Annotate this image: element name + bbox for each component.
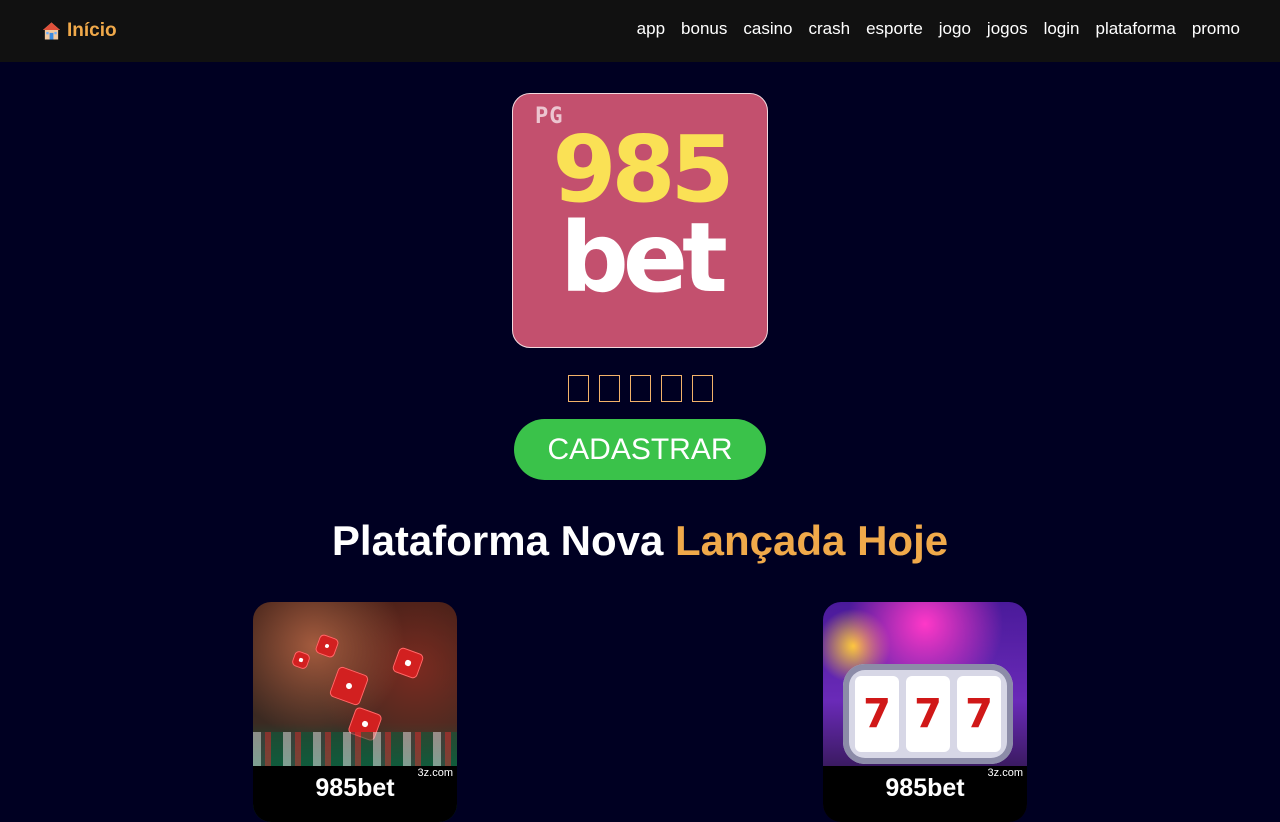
home-label: Início xyxy=(67,20,117,41)
page-headline: Plataforma Nova Lançada Hoje xyxy=(0,515,1280,567)
star-icon xyxy=(660,375,682,402)
home-link[interactable]: Início xyxy=(42,18,117,44)
star-icon xyxy=(629,375,651,402)
star-icon xyxy=(598,375,620,402)
nav-link-esporte[interactable]: esporte xyxy=(866,19,923,39)
headline-part2: Lançada Hoje xyxy=(675,517,949,564)
app-logo: PG 985 bet xyxy=(512,93,768,348)
house-icon xyxy=(42,22,61,40)
slot-reel: 7 xyxy=(957,676,1001,752)
die-graphic xyxy=(391,646,425,680)
slot-reel: 7 xyxy=(855,676,899,752)
top-navbar: Início app bonus casino crash esporte jo… xyxy=(0,0,1280,62)
nav-link-login[interactable]: login xyxy=(1044,19,1080,39)
nav-link-jogo[interactable]: jogo xyxy=(939,19,971,39)
nav-link-plataforma[interactable]: plataforma xyxy=(1095,19,1175,39)
nav-link-casino[interactable]: casino xyxy=(743,19,792,39)
game-card-dice[interactable]: 3z.com 985bet xyxy=(253,602,457,822)
die-graphic xyxy=(328,665,370,707)
nav-link-crash[interactable]: crash xyxy=(809,19,851,39)
headline-part1: Plataforma Nova xyxy=(331,517,664,564)
die-graphic xyxy=(290,649,312,671)
slot-machine-graphic: 7 7 7 xyxy=(843,664,1013,764)
game-card-slot[interactable]: 7 7 7 3z.com 985bet xyxy=(823,602,1027,822)
nav-link-app[interactable]: app xyxy=(637,19,665,39)
star-icon xyxy=(691,375,713,402)
nav-link-promo[interactable]: promo xyxy=(1192,19,1240,39)
nav-link-jogos[interactable]: jogos xyxy=(987,19,1028,39)
card-brand: 985bet xyxy=(885,774,965,802)
star-rating xyxy=(0,375,1280,402)
poker-chips-graphic xyxy=(253,732,457,766)
nav-link-bonus[interactable]: bonus xyxy=(681,19,727,39)
card-brand: 985bet xyxy=(315,774,395,802)
die-graphic xyxy=(314,633,340,659)
logo-word: bet xyxy=(560,202,728,314)
register-button[interactable]: CADASTRAR xyxy=(514,419,766,480)
star-icon xyxy=(567,375,589,402)
slot-reel: 7 xyxy=(906,676,950,752)
main-nav: app bonus casino crash esporte jogo jogo… xyxy=(637,19,1240,39)
